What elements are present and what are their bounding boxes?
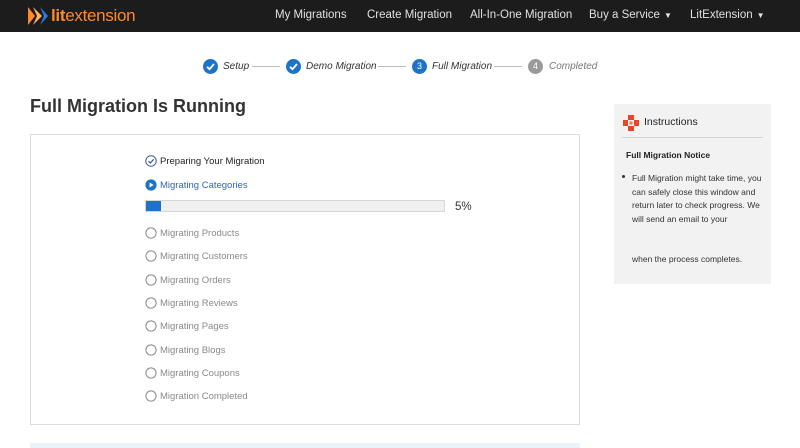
brand-name-part2: extension	[65, 6, 136, 25]
brand-name-part1: lit	[51, 6, 66, 25]
task-migrating-categories: Migrating Categories	[145, 178, 248, 192]
task-migrating-customers: Migrating Customers	[145, 249, 248, 263]
top-navbar: litextension My Migrations Create Migrat…	[0, 0, 800, 32]
empty-circle-icon	[145, 274, 157, 286]
step-demo-check-icon	[286, 59, 301, 74]
task-migrating-pages: Migrating Pages	[145, 319, 229, 333]
empty-circle-icon	[145, 367, 157, 379]
caret-down-icon: ▼	[663, 11, 672, 20]
step-full-migration-label: Full Migration	[432, 61, 493, 72]
step-connector	[494, 66, 522, 67]
migration-progress-panel	[30, 134, 580, 425]
empty-circle-icon	[145, 320, 157, 332]
instructions-title: Instructions	[644, 116, 698, 128]
nav-litextension-menu[interactable]: LitExtension ▼	[690, 9, 765, 21]
migration-stepper: Setup Demo Migration 3 Full Migration 4 …	[0, 58, 800, 78]
instructions-body-tail: when the process completes.	[632, 254, 743, 264]
step-demo-migration-label: Demo Migration	[306, 61, 377, 72]
nav-create-migration[interactable]: Create Migration	[367, 9, 452, 21]
migration-progress-bar	[145, 200, 445, 212]
task-migrating-blogs: Migrating Blogs	[145, 343, 225, 357]
step-completed-number: 4	[528, 59, 543, 74]
task-migrating-coupons: Migrating Coupons	[145, 366, 240, 380]
empty-circle-icon	[145, 297, 157, 309]
empty-circle-icon	[145, 344, 157, 356]
instructions-subtitle: Full Migration Notice	[626, 150, 711, 160]
empty-circle-icon	[145, 390, 157, 402]
bullet-icon	[622, 175, 625, 178]
task-migration-completed: Migration Completed	[145, 389, 248, 403]
task-preparing-migration: Preparing Your Migration	[145, 154, 265, 168]
task-migrating-reviews: Migrating Reviews	[145, 296, 238, 310]
progress-percent: 5%	[455, 201, 472, 213]
step-setup-label: Setup	[223, 61, 250, 72]
empty-circle-icon	[145, 250, 157, 262]
empty-circle-icon	[145, 227, 157, 239]
brand-logo[interactable]: litextension	[28, 6, 136, 26]
instructions-header: Instructions	[622, 114, 763, 138]
nav-buy-a-service[interactable]: Buy a Service ▼	[589, 9, 672, 21]
page-title: Full Migration Is Running	[30, 96, 246, 116]
step-full-migration-number: 3	[412, 59, 427, 74]
step-setup-check-icon	[203, 59, 218, 74]
task-migrating-products: Migrating Products	[145, 226, 239, 240]
nav-my-migrations[interactable]: My Migrations	[275, 9, 347, 21]
next-panel-edge	[30, 443, 580, 448]
caret-down-icon: ▼	[756, 11, 765, 20]
nav-all-in-one-migration[interactable]: All-In-One Migration	[470, 9, 572, 21]
brand-logo-icon	[28, 7, 48, 25]
instructions-icon	[623, 115, 639, 131]
play-circle-icon	[145, 179, 157, 191]
progress-bar-fill	[146, 201, 161, 211]
task-migrating-orders: Migrating Orders	[145, 273, 231, 287]
step-completed-label: Completed	[549, 61, 598, 72]
step-connector	[378, 66, 406, 67]
check-circle-icon	[145, 155, 157, 167]
instructions-body: Full Migration might take time, you can …	[632, 173, 762, 224]
step-connector	[252, 66, 280, 67]
